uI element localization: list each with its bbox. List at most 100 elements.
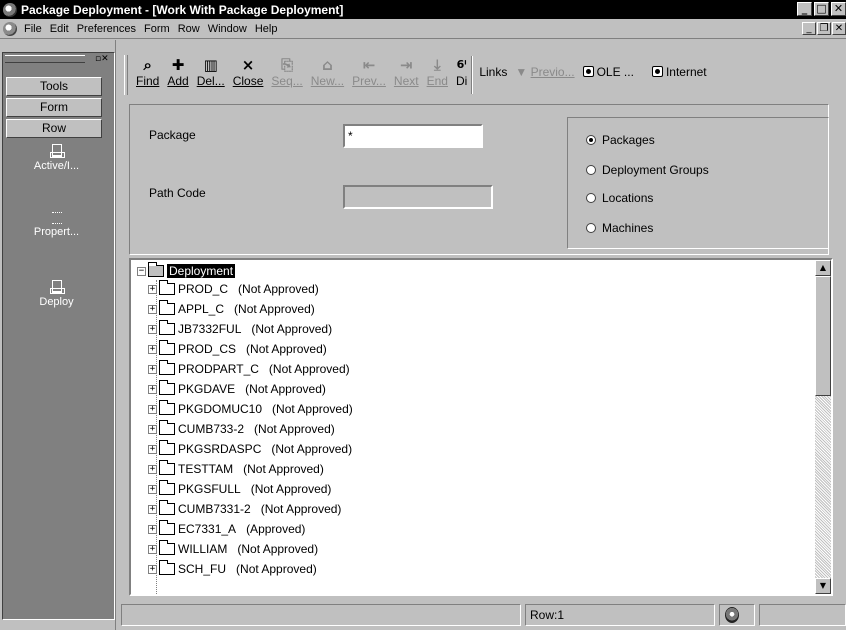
ole-button[interactable]: OLE ... bbox=[582, 65, 634, 79]
tree-item[interactable]: + PRODPART_C (Not Approved) bbox=[148, 360, 350, 376]
menu-row[interactable]: Row bbox=[175, 23, 205, 35]
folder-icon bbox=[159, 420, 175, 435]
exit-bar-grip[interactable] bbox=[5, 55, 85, 63]
menu-preferences[interactable]: Preferences bbox=[74, 23, 141, 35]
tree-item[interactable]: + PKGDAVE (Not Approved) bbox=[148, 380, 326, 396]
folder-icon bbox=[159, 400, 175, 415]
radio-packages[interactable]: Packages bbox=[586, 133, 655, 147]
deployment-tree[interactable]: − Deployment + PROD_C (Not Approved) + APPL… bbox=[129, 258, 833, 596]
tree-item[interactable]: + TESTTAM (Not Approved) bbox=[148, 460, 324, 476]
splitter[interactable] bbox=[115, 40, 121, 630]
collapse-icon[interactable]: − bbox=[137, 266, 146, 276]
tree-item[interactable]: + JB7332FUL (Not Approved) bbox=[148, 320, 332, 336]
expand-icon[interactable]: + bbox=[148, 384, 157, 394]
delete-button[interactable]: ▥ Del... bbox=[197, 56, 225, 88]
toolbar-grip[interactable] bbox=[124, 55, 128, 95]
status-pane-row: Row:1 bbox=[525, 604, 715, 626]
app-icon[interactable] bbox=[3, 2, 17, 17]
tree-item[interactable]: + PROD_C (Not Approved) bbox=[148, 280, 319, 296]
tree-item-status: (Not Approved) bbox=[250, 482, 332, 496]
prev-button[interactable]: ⇤ Prev... bbox=[352, 56, 386, 88]
prev-icon: ⇤ bbox=[362, 56, 376, 74]
tree-item-name: EC7331_A bbox=[178, 522, 237, 536]
expand-icon[interactable]: + bbox=[148, 324, 157, 334]
maximize-button[interactable]: □ bbox=[814, 2, 829, 16]
expand-icon[interactable]: + bbox=[148, 364, 157, 374]
tree-root[interactable]: − Deployment bbox=[137, 262, 236, 278]
expand-icon[interactable]: + bbox=[148, 484, 157, 494]
menu-file[interactable]: File bbox=[21, 23, 47, 35]
sequence-button[interactable]: ⎘ Seq... bbox=[271, 56, 302, 88]
tree-item[interactable]: + EC7331_A (Approved) bbox=[148, 520, 305, 536]
folder-icon bbox=[159, 320, 175, 335]
vertical-scrollbar[interactable]: ▲ ▼ bbox=[815, 260, 831, 594]
exit-item-deploy[interactable]: Deploy bbox=[0, 280, 113, 308]
next-button[interactable]: ⇥ Next bbox=[394, 56, 419, 88]
menu-edit[interactable]: Edit bbox=[47, 23, 74, 35]
radio-deployment-groups[interactable]: Deployment Groups bbox=[586, 163, 709, 177]
tree-item[interactable]: + WILLIAM (Not Approved) bbox=[148, 540, 318, 556]
menu-form[interactable]: Form bbox=[141, 23, 175, 35]
exit-item-properties[interactable]: Propert... bbox=[0, 212, 113, 238]
expand-icon[interactable]: + bbox=[148, 404, 157, 414]
tab-row[interactable]: Row bbox=[6, 119, 102, 138]
add-button[interactable]: ✚ Add bbox=[167, 56, 188, 88]
expand-icon[interactable]: + bbox=[148, 524, 157, 534]
radio-selected-icon bbox=[586, 135, 596, 145]
expand-icon[interactable]: + bbox=[148, 424, 157, 434]
tree-item-name: PKGDOMUC10 bbox=[178, 402, 263, 416]
expand-icon[interactable]: + bbox=[148, 344, 157, 354]
document-icon[interactable] bbox=[3, 21, 17, 36]
status-pane-blank bbox=[759, 604, 846, 626]
tree-item[interactable]: + PROD_CS (Not Approved) bbox=[148, 340, 327, 356]
tab-tools[interactable]: Tools bbox=[6, 77, 102, 96]
expand-icon[interactable]: + bbox=[148, 304, 157, 314]
child-close-button[interactable]: ✕ bbox=[832, 22, 846, 35]
tree-item[interactable]: + APPL_C (Not Approved) bbox=[148, 300, 315, 316]
scroll-thumb[interactable] bbox=[815, 276, 831, 396]
expand-icon[interactable]: + bbox=[148, 544, 157, 554]
folder-icon bbox=[159, 560, 175, 575]
internet-button[interactable]: Internet bbox=[651, 65, 707, 79]
tab-form[interactable]: Form bbox=[6, 98, 102, 117]
exit-bar-close-icon[interactable]: ▫✕ bbox=[95, 55, 115, 66]
tree-item[interactable]: + PKGSFULL (Not Approved) bbox=[148, 480, 332, 496]
new-button[interactable]: ⌂ New... bbox=[311, 56, 344, 88]
close-window-button[interactable]: ✕ bbox=[831, 2, 846, 16]
window-title: Package Deployment - [Work With Package … bbox=[21, 2, 344, 17]
exit-item-label: Deploy bbox=[39, 296, 74, 308]
menu-help[interactable]: Help bbox=[252, 23, 283, 35]
expand-icon[interactable]: + bbox=[148, 284, 157, 294]
radio-icon bbox=[586, 165, 596, 175]
find-button[interactable]: ⌕ Find bbox=[136, 56, 159, 88]
tree-item[interactable]: + SCH_FU (Not Approved) bbox=[148, 560, 317, 576]
tree-item[interactable]: + PKGSRDASPC (Not Approved) bbox=[148, 440, 352, 456]
exit-item-active-inactive[interactable]: Active/I... bbox=[0, 144, 113, 172]
end-button[interactable]: ⤓ End bbox=[427, 56, 448, 88]
close-button[interactable]: × Close bbox=[233, 56, 264, 88]
path-code-field[interactable] bbox=[343, 185, 493, 209]
tree-item[interactable]: + CUMB7331-2 (Not Approved) bbox=[148, 500, 341, 516]
expand-icon[interactable]: + bbox=[148, 564, 157, 574]
minimize-button[interactable]: _ bbox=[797, 2, 812, 16]
title-bar[interactable]: Package Deployment - [Work With Package … bbox=[0, 0, 846, 19]
expand-icon[interactable]: + bbox=[148, 504, 157, 514]
package-field[interactable] bbox=[343, 124, 483, 148]
tree-item[interactable]: + CUMB733-2 (Not Approved) bbox=[148, 420, 335, 436]
display-button[interactable]: 6ⁱ Di bbox=[456, 56, 467, 88]
active-inactive-icon bbox=[49, 144, 65, 158]
folder-icon bbox=[159, 360, 175, 375]
folder-icon bbox=[159, 380, 175, 395]
child-minimize-button[interactable]: _ bbox=[802, 22, 816, 35]
scroll-down-button[interactable]: ▼ bbox=[815, 578, 831, 594]
radio-locations[interactable]: Locations bbox=[586, 191, 653, 205]
expand-icon[interactable]: + bbox=[148, 444, 157, 454]
ole-icon bbox=[582, 66, 594, 77]
scroll-up-button[interactable]: ▲ bbox=[815, 260, 831, 276]
expand-icon[interactable]: + bbox=[148, 464, 157, 474]
radio-machines[interactable]: Machines bbox=[586, 221, 653, 235]
tree-item[interactable]: + PKGDOMUC10 (Not Approved) bbox=[148, 400, 353, 416]
menu-window[interactable]: Window bbox=[205, 23, 252, 35]
links-previous-button[interactable]: ▼ Previo... bbox=[515, 65, 574, 79]
child-restore-button[interactable]: ❐ bbox=[817, 22, 831, 35]
